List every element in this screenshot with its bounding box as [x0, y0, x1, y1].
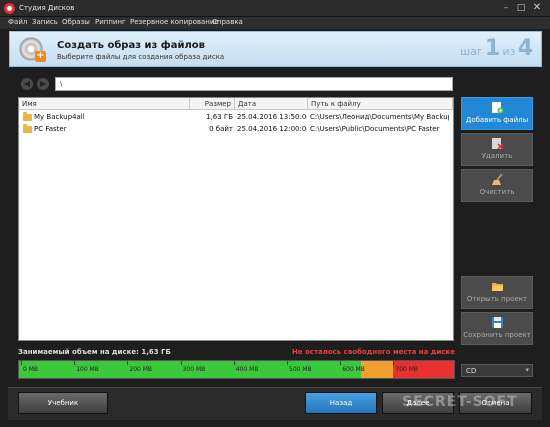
menu-bar: Файл Запись Образы Риппинг Резервное коп… — [0, 17, 550, 29]
step-of: из — [502, 45, 516, 58]
open-folder-icon — [491, 283, 503, 291]
clear-label: Очистить — [479, 188, 515, 196]
usage-tick — [287, 361, 288, 365]
save-project-button[interactable]: Сохранить проект — [461, 312, 533, 345]
usage-tick-label: 100 MB — [76, 366, 99, 373]
add-files-label: Добавить файлы — [465, 116, 529, 124]
usage-tick — [180, 361, 182, 365]
usage-tick — [127, 361, 129, 365]
no-space-warning: Не осталось свободного места на диске — [291, 348, 455, 356]
usage-tick-label: 400 MB — [235, 366, 259, 373]
column-size[interactable]: Размер — [190, 98, 235, 110]
row-date: 25.04.2016 13:50:00 — [237, 113, 307, 121]
broom-icon — [491, 173, 503, 185]
disc-type-select[interactable]: CD ▾ — [461, 364, 533, 377]
step-current: 1 — [484, 36, 501, 61]
open-project-button[interactable]: Открыть проект — [461, 276, 533, 309]
menu-file[interactable]: Файл — [8, 18, 27, 26]
forward-arrow-icon[interactable]: ▶ — [37, 78, 49, 90]
column-date[interactable]: Дата — [235, 98, 308, 110]
disk-usage-bar: 0 MB 100 MB 200 MB 300 MB 400 MB 500 MB 600 MB… — [18, 360, 455, 379]
chevron-down-icon: ▾ — [525, 366, 529, 374]
usage-tick — [340, 361, 342, 365]
add-files-button[interactable]: Добавить файлы — [461, 97, 533, 130]
menu-backup[interactable]: Резервное копирование — [130, 18, 219, 26]
save-project-label: Сохранить проект — [463, 331, 531, 339]
usage-tick — [21, 361, 22, 365]
usage-tick-label: 0 MB — [23, 366, 39, 373]
clear-button[interactable]: Очистить — [461, 169, 533, 202]
row-size: 1,63 ГБ — [206, 113, 233, 121]
row-path: C:\Users\Public\Documents\PC Faster — [310, 125, 440, 133]
step-indicator: шаг 1 из 4 — [460, 36, 533, 61]
add-files-icon — [491, 102, 503, 114]
column-name[interactable]: Имя — [19, 98, 190, 110]
remove-label: Удалить — [481, 152, 513, 160]
usage-tick-label: 500 MB — [289, 366, 312, 373]
column-path[interactable]: Путь к файлу — [308, 98, 453, 110]
plus-icon: + — [35, 50, 46, 62]
table-row[interactable]: My Backup4all 1,63 ГБ 25.04.2016 13:50:0… — [19, 111, 453, 123]
delete-icon — [491, 138, 504, 150]
usage-tick-label: 600 MB — [342, 366, 365, 373]
app-logo-icon — [4, 3, 15, 14]
disk-usage-label: Занимаемый объем на диске: 1,63 ГБ — [18, 348, 171, 356]
title-bar: Студия Дисков – □ ✕ — [0, 0, 550, 17]
folder-icon — [23, 112, 32, 121]
folder-icon — [23, 124, 32, 133]
tutorial-button[interactable]: Учебник — [18, 392, 108, 414]
menu-ripping[interactable]: Риппинг — [95, 18, 126, 26]
wizard-header: + Создать образ из файлов Выберите файлы… — [9, 31, 542, 67]
file-list[interactable]: Имя Размер Дата Путь к файлу My Backup4a… — [18, 97, 454, 341]
menu-help[interactable]: Справка — [212, 18, 243, 26]
page-title: Создать образ из файлов — [57, 40, 205, 51]
table-row[interactable]: PC Faster 0 байт 25.04.2016 12:00:04 C:\… — [19, 123, 453, 135]
save-icon — [491, 317, 503, 328]
usage-tick — [393, 361, 395, 365]
row-path: C:\Users\Леонид\Documents\My Backup4all — [310, 113, 449, 121]
window-title: Студия Дисков — [19, 4, 75, 12]
back-button[interactable]: Назад — [305, 392, 377, 414]
watermark: SECRET-SOFT — [402, 394, 518, 410]
usage-tick-label: 300 MB — [182, 366, 206, 373]
back-arrow-icon[interactable]: ◀ — [21, 78, 33, 90]
close-icon[interactable]: ✕ — [530, 2, 544, 15]
step-total: 4 — [517, 36, 533, 61]
open-project-label: Открыть проект — [466, 295, 528, 303]
usage-tick-label: 700 MB — [395, 366, 419, 373]
page-subtitle: Выберите файлы для создания образа диска — [57, 53, 225, 61]
row-name: My Backup4all — [34, 113, 85, 121]
menu-images[interactable]: Образы — [62, 18, 90, 26]
remove-button[interactable]: Удалить — [461, 133, 533, 166]
usage-tick-label: 200 MB — [129, 366, 153, 373]
usage-limit-segment — [361, 361, 394, 378]
maximize-icon[interactable]: □ — [514, 2, 528, 15]
row-size: 0 байт — [209, 125, 233, 133]
disc-type-value: CD — [466, 367, 477, 375]
step-word: шаг — [460, 45, 483, 58]
path-input[interactable] — [55, 77, 453, 91]
menu-burn[interactable]: Запись — [32, 18, 58, 26]
minimize-icon[interactable]: – — [499, 2, 513, 15]
usage-tick — [233, 361, 235, 365]
row-name: PC Faster — [34, 125, 67, 133]
row-date: 25.04.2016 12:00:04 — [237, 125, 307, 133]
usage-tick — [74, 361, 76, 365]
